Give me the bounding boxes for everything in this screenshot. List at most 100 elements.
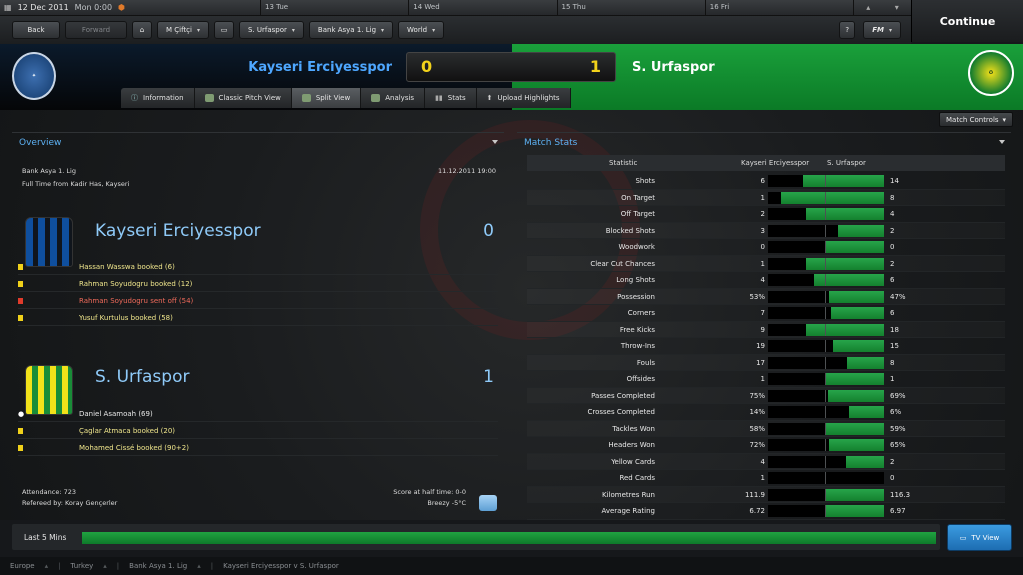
calendar-icon[interactable]: ▦ — [4, 3, 12, 12]
tv-view-button[interactable]: ▭ TV View — [947, 524, 1012, 551]
away-team-name[interactable]: S. Urfaspor — [632, 60, 715, 75]
stat-midline — [825, 175, 826, 187]
event-row: Rahman Soyudogru booked (12) — [18, 276, 498, 292]
stat-comparison-bar — [768, 406, 884, 418]
league-menu[interactable]: Bank Asya 1. Lig ▾ — [308, 21, 394, 39]
calendar-day[interactable]: 16 Fri — [704, 0, 853, 15]
tab-stats[interactable]: ▮▮ Stats — [425, 88, 477, 108]
breadcrumb-item[interactable]: Kayseri Erciyesspor v S. Urfaspor — [223, 562, 339, 570]
home-team-name[interactable]: Kayseri Erciyesspor — [160, 60, 392, 75]
tab-label: Stats — [447, 94, 466, 102]
tab-split-view[interactable]: Split View — [291, 88, 362, 108]
continue-button[interactable]: Continue — [911, 0, 1023, 42]
yellow-card-icon — [18, 444, 23, 451]
breadcrumb-item[interactable]: Turkey — [71, 562, 94, 570]
stat-home-value: 9 — [760, 325, 765, 334]
stat-away-fill — [806, 208, 884, 220]
stat-home-value: 19 — [756, 342, 765, 350]
stat-midline — [825, 224, 826, 237]
chevron-down-icon: ▾ — [432, 26, 436, 34]
calendar-day[interactable]: 15 Thu — [556, 0, 705, 15]
stat-row: Red Cards 1 0 — [527, 470, 1005, 487]
yellow-card-icon — [18, 280, 23, 287]
calendar-day[interactable]: 13 Tue — [260, 0, 408, 15]
calendar-current[interactable]: ▦ 12 Dec 2011 Mon 0:00 ⬢ — [0, 0, 260, 15]
event-text[interactable]: Çaglar Atmaca booked (20) — [79, 427, 175, 435]
stat-away-value: 2 — [890, 259, 895, 268]
tab-label: Upload Highlights — [497, 94, 560, 102]
tab-upload-highlights[interactable]: ⬆ Upload Highlights — [477, 88, 571, 108]
referee-label[interactable]: Refereed by: Koray Gençerler — [22, 499, 117, 507]
stats-header-away[interactable]: S. Urfaspor — [827, 159, 866, 167]
inbox-icon[interactable]: ▭ — [214, 21, 234, 39]
pitch-icon — [204, 94, 214, 102]
away-score: 1 — [589, 57, 601, 76]
stat-away-fill — [849, 406, 884, 418]
stat-label: Off Target — [620, 210, 655, 218]
home-team-title[interactable]: Kayseri Erciyesspor — [95, 221, 261, 241]
home-icon[interactable]: ⌂ — [132, 21, 152, 39]
stat-label: Corners — [627, 309, 655, 317]
scoreboard: 0 1 — [406, 52, 616, 82]
event-text[interactable]: Hassan Wasswa booked (6) — [79, 263, 175, 271]
club-menu[interactable]: S. Urfaspor ▾ — [239, 21, 304, 39]
stat-row: Passes Completed 75% 69% — [527, 388, 1005, 404]
stat-away-value: 1 — [890, 375, 895, 383]
stat-comparison-bar — [768, 356, 884, 369]
stat-away-fill — [824, 505, 884, 517]
tv-icon: ▭ — [959, 533, 967, 542]
match-controls-button[interactable]: Match Controls ▾ — [939, 112, 1014, 127]
breadcrumb-item[interactable]: Bank Asya 1. Lig — [129, 562, 187, 570]
event-text[interactable]: Daniel Asamoah (69) — [79, 410, 153, 418]
event-text[interactable]: Rahman Soyudogru booked (12) — [79, 280, 192, 288]
stats-header-statistic[interactable]: Statistic — [609, 159, 637, 167]
tab-classic-pitch-view[interactable]: Classic Pitch View — [195, 88, 292, 108]
stat-away-fill — [828, 389, 884, 402]
chevron-down-icon[interactable]: ▾ — [895, 3, 899, 12]
breadcrumb-item[interactable]: Europe — [10, 562, 35, 570]
chevron-down-icon: ▾ — [1002, 115, 1007, 124]
stat-label: Yellow Cards — [611, 457, 655, 466]
stat-away-fill — [832, 340, 884, 352]
fm-label: FM — [872, 26, 884, 34]
stat-comparison-bar — [768, 472, 884, 484]
stat-home-value: 1 — [760, 259, 765, 268]
event-text[interactable]: Mohamed Cissé booked (90+2) — [79, 444, 189, 452]
stat-away-fill — [846, 356, 884, 369]
stat-home-value: 1 — [760, 474, 765, 482]
manager-menu[interactable]: M Çiftçi ▾ — [157, 21, 209, 39]
chevron-up-icon[interactable]: ▴ — [866, 3, 870, 12]
help-button[interactable]: ? — [839, 21, 856, 39]
home-crest-icon[interactable]: ✦ — [12, 52, 56, 100]
calendar-day[interactable]: 14 Wed — [408, 0, 556, 15]
event-row: Mohamed Cissé booked (90+2) — [18, 440, 498, 456]
stat-comparison-bar — [768, 488, 884, 501]
tab-analysis[interactable]: Analysis — [361, 88, 426, 108]
stat-home-value: 4 — [760, 276, 765, 284]
forward-button[interactable]: Forward — [65, 21, 127, 39]
event-text[interactable]: Yusuf Kurtulus booked (58) — [79, 314, 173, 322]
panel-menu-icon[interactable] — [492, 140, 498, 144]
stat-away-fill — [837, 224, 884, 237]
stat-label: Woodwork — [618, 243, 655, 251]
event-text[interactable]: Rahman Soyudogru sent off (54) — [79, 297, 193, 305]
stat-away-fill — [826, 373, 884, 385]
stat-label: Fouls — [636, 358, 655, 367]
away-crest-icon[interactable]: ✪ — [968, 50, 1014, 96]
stat-away-value: 2 — [890, 457, 895, 466]
stat-row: Possession 53% 47% — [527, 289, 1005, 305]
stat-comparison-bar — [768, 241, 884, 253]
chevron-down-icon: ▾ — [196, 26, 200, 34]
event-row: Hassan Wasswa booked (6) — [18, 259, 498, 275]
panel-menu-icon[interactable] — [999, 140, 1005, 144]
fm-menu[interactable]: FM ▾ — [863, 21, 901, 39]
stats-header-home[interactable]: Kayseri Erciyesspor — [741, 159, 809, 167]
stat-home-value: 2 — [760, 210, 765, 218]
away-team-title[interactable]: S. Urfaspor — [95, 367, 189, 387]
world-menu[interactable]: World ▾ — [398, 21, 445, 39]
stat-home-value: 6 — [760, 177, 765, 185]
back-button[interactable]: Back — [12, 21, 60, 39]
tab-information[interactable]: ⓘ Information — [121, 88, 195, 108]
stat-away-fill — [826, 241, 884, 253]
stat-home-value: 6.72 — [749, 507, 765, 515]
